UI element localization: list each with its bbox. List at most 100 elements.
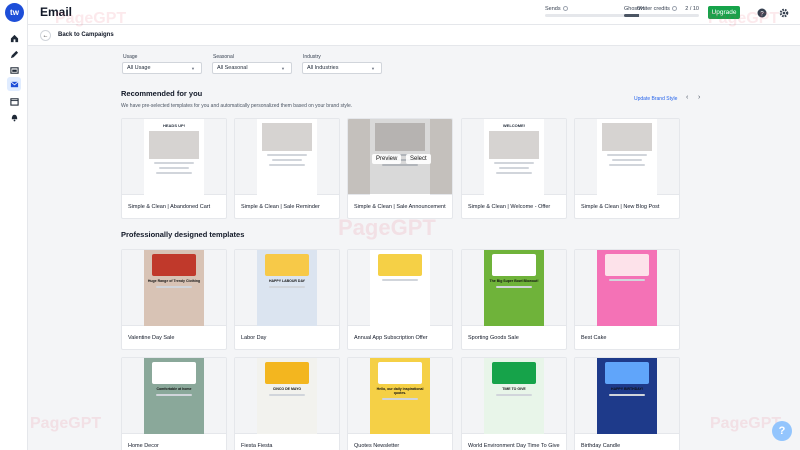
watermark: PageGPT [30, 415, 102, 432]
template-caption: Comfortable at home [156, 387, 192, 391]
template-card[interactable]: WELCOME! Simple & Clean | Welcome - Offer [461, 118, 567, 219]
preview-button[interactable]: Preview [372, 154, 402, 164]
watermark: PageGPT [708, 10, 780, 27]
sends-label: Sends [545, 6, 561, 12]
template-name: World Environment Day Time To Give [468, 443, 560, 449]
template-name: Quotes Newsletter [354, 443, 400, 449]
template-thumbnail[interactable]: WELCOME! [462, 119, 566, 195]
info-icon[interactable] [562, 6, 568, 12]
settings-icon[interactable] [779, 8, 789, 18]
template-card[interactable]: TIME TO GIVE World Environment Day Time T… [461, 357, 567, 450]
template-thumbnail[interactable]: Preview Select [348, 119, 452, 195]
template-caption: Hello, our daily inspirational quotes. [376, 387, 424, 395]
back-bar: ← Back to Campaigns [28, 25, 800, 46]
usage-select[interactable]: All Usage ▼ [122, 62, 202, 74]
template-preview: CINCO DE MAYO [257, 358, 317, 434]
template-preview: WELCOME! [484, 119, 544, 195]
bell-icon[interactable] [7, 110, 21, 124]
template-preview [597, 119, 657, 195]
template-thumbnail[interactable]: Huge Range of Trendy Clothing [122, 250, 226, 326]
pen-icon[interactable] [7, 47, 21, 61]
chevron-left-icon[interactable]: ‹ [686, 94, 688, 101]
template-preview [597, 250, 657, 326]
industry-select-value: All Industries [307, 65, 339, 71]
template-thumbnail[interactable]: CINCO DE MAYO [235, 358, 339, 434]
email-icon[interactable] [7, 77, 21, 91]
chevron-down-icon: ▼ [371, 65, 375, 71]
template-graphic [378, 254, 422, 276]
template-image [149, 131, 199, 159]
back-to-campaigns-link[interactable]: Back to Campaigns [58, 32, 114, 38]
template-card[interactable]: Hello, our daily inspirational quotes. Qu… [347, 357, 453, 450]
watermark: PageGPT [55, 10, 127, 27]
back-arrow-icon[interactable]: ← [40, 30, 51, 41]
ghostwriter-value: 2 / 10 [685, 6, 699, 12]
professional-title: Professionally designed templates [121, 230, 245, 239]
template-thumbnail[interactable]: Comfortable at home [122, 358, 226, 434]
template-caption: The Big Super Bowl Blowout! [489, 279, 539, 283]
template-card[interactable]: Comfortable at home Home Decor [121, 357, 227, 450]
ghostwriter-progress-fill [624, 14, 639, 17]
template-caption: HAPPY LABOUR DAY [269, 279, 305, 283]
template-caption: TIME TO GIVE [502, 387, 526, 391]
calendar-icon[interactable] [7, 94, 21, 108]
template-thumbnail[interactable]: HAPPY LABOUR DAY [235, 250, 339, 326]
usage-filter-label: Usage [123, 54, 138, 60]
template-thumbnail[interactable]: The Big Super Bowl Blowout! [462, 250, 566, 326]
template-card[interactable]: CINCO DE MAYO Fiesta Fiesta [234, 357, 340, 450]
watermark: PageGPT [710, 415, 782, 432]
template-headline: WELCOME! [502, 123, 526, 128]
select-button[interactable]: Select [406, 154, 431, 164]
template-thumbnail[interactable]: TIME TO GIVE [462, 358, 566, 434]
chevron-right-icon[interactable]: › [698, 94, 700, 101]
template-name: Simple & Clean | Abandoned Cart [128, 204, 211, 210]
template-image [602, 123, 652, 151]
template-name: Sporting Goods Sale [468, 335, 519, 341]
template-name: Labor Day [241, 335, 267, 341]
industry-filter-label: Industry [303, 54, 321, 60]
template-graphic [605, 362, 649, 384]
chevron-down-icon: ▼ [191, 65, 195, 71]
template-card[interactable]: HAPPY LABOUR DAY Labor Day [234, 249, 340, 350]
media-icon[interactable] [7, 63, 21, 77]
template-card[interactable]: HEADS UP! Simple & Clean | Abandoned Cart [121, 118, 227, 219]
template-thumbnail[interactable] [575, 119, 679, 195]
template-card[interactable]: Preview Select Simple & Clean | Sale Annou… [347, 118, 453, 219]
template-name: Best Cake [581, 335, 607, 341]
template-name: Fiesta Fiesta [241, 443, 273, 449]
template-thumbnail[interactable] [348, 250, 452, 326]
template-card[interactable]: The Big Super Bowl Blowout! Sporting Good… [461, 249, 567, 350]
template-card[interactable]: Annual App Subscription Offer [347, 249, 453, 350]
template-thumbnail[interactable]: HAPPY BIRTHDAY! [575, 358, 679, 434]
template-thumbnail[interactable] [235, 119, 339, 195]
template-caption: HAPPY BIRTHDAY! [611, 387, 643, 391]
template-name: Birthday Candle [581, 443, 621, 449]
template-graphic [492, 254, 536, 276]
template-name: Home Decor [128, 443, 159, 449]
template-image [262, 123, 312, 151]
seasonal-select[interactable]: All Seasonal ▼ [212, 62, 292, 74]
template-graphic [152, 362, 196, 384]
template-headline: HEADS UP! [162, 123, 185, 128]
template-card[interactable]: Simple & Clean | New Blog Post [574, 118, 680, 219]
template-thumbnail[interactable] [575, 250, 679, 326]
template-card[interactable]: HAPPY BIRTHDAY! Birthday Candle [574, 357, 680, 450]
template-name: Simple & Clean | Sale Reminder [241, 204, 320, 210]
template-card[interactable]: Huge Range of Trendy Clothing Valentine D… [121, 249, 227, 350]
template-card[interactable]: Best Cake [574, 249, 680, 350]
template-thumbnail[interactable]: Hello, our daily inspirational quotes. [348, 358, 452, 434]
template-preview [370, 250, 430, 326]
recommended-subtitle: We have pre-selected templates for you a… [121, 103, 353, 109]
template-thumbnail[interactable]: HEADS UP! [122, 119, 226, 195]
help-chat-button[interactable]: ? [772, 421, 792, 441]
home-icon[interactable] [7, 31, 21, 45]
app-logo[interactable]: tw [5, 3, 24, 22]
update-brand-style-link[interactable]: Update Brand Style [634, 96, 677, 102]
industry-select[interactable]: All Industries ▼ [302, 62, 382, 74]
info-icon[interactable] [671, 6, 677, 12]
template-name: Simple & Clean | Welcome - Offer [468, 204, 551, 210]
chevron-down-icon: ▼ [281, 65, 285, 71]
template-caption: Huge Range of Trendy Clothing [147, 279, 201, 283]
ghostwriter-label: Ghostwriter credits [624, 6, 670, 12]
template-card[interactable]: Simple & Clean | Sale Reminder [234, 118, 340, 219]
